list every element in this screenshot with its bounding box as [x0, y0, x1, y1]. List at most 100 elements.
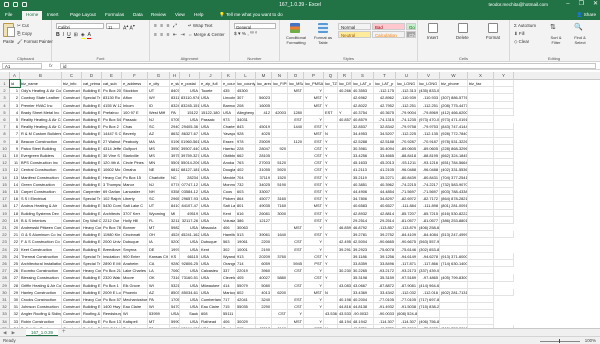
table-cell[interactable] [468, 144, 494, 152]
table-cell[interactable]: 30029 [236, 317, 256, 325]
table-cell[interactable]: 22019 [236, 267, 256, 275]
table-cell[interactable]: USA [180, 87, 200, 95]
table-cell[interactable]: Premier HVAC Inc [20, 101, 62, 109]
table-cell[interactable]: 39061 [256, 231, 272, 239]
table-cell[interactable]: Roofing & Po Box 19 [82, 310, 102, 318]
table-cell[interactable]: (928) 772-7840 [440, 130, 468, 138]
row-header[interactable]: 23 [0, 238, 10, 246]
table-cell[interactable] [324, 116, 338, 124]
table-cell[interactable] [272, 130, 288, 138]
table-cell[interactable] [468, 180, 494, 188]
table-cell[interactable]: -84.4084 [418, 231, 440, 239]
table-cell[interactable] [272, 87, 288, 95]
table-cell[interactable] [468, 245, 494, 253]
table-cell[interactable] [494, 123, 514, 131]
table-cell[interactable]: 07747 [170, 180, 180, 188]
table-cell[interactable]: 8 [10, 137, 20, 145]
header-cell[interactable]: loc_LAT_c [352, 80, 374, 88]
table-cell[interactable] [272, 101, 288, 109]
font-size-select[interactable]: 11 [106, 23, 120, 30]
table-cell[interactable]: 85034 [170, 288, 180, 296]
table-cell[interactable]: Heavy Cor [82, 224, 102, 232]
table-cell[interactable]: 45241 [170, 231, 180, 239]
table-cell[interactable] [272, 123, 288, 131]
table-cell[interactable]: 45019 [256, 123, 272, 131]
table-cell[interactable]: 73160-51 [180, 274, 200, 282]
find-select-button[interactable]: Find & Select [569, 35, 591, 45]
table-cell[interactable]: 2200 [256, 238, 272, 246]
table-cell[interactable]: USA [200, 252, 222, 260]
table-cell[interactable]: 86327 [170, 130, 180, 138]
table-cell[interactable] [338, 274, 352, 282]
table-cell[interactable]: 920 [272, 144, 288, 152]
table-cell[interactable]: Orange [222, 260, 236, 268]
table-cell[interactable]: -90.0033 [374, 310, 396, 318]
table-cell[interactable]: 717 [222, 296, 236, 304]
table-cell[interactable]: Cowboy State Leather [20, 94, 62, 102]
table-cell[interactable]: Carpenter [82, 188, 102, 196]
table-cell[interactable]: 973 [222, 116, 236, 124]
table-cell[interactable]: 5920 [272, 166, 288, 174]
table-cell[interactable]: Heavy Cor [82, 267, 102, 275]
table-cell[interactable]: 30063 [236, 224, 256, 232]
find-icon[interactable]: 🔍 [574, 23, 583, 31]
tab-help[interactable]: Help [194, 12, 203, 17]
table-cell[interactable]: Salt Lake [222, 202, 236, 210]
table-cell[interactable]: -88.8195 [418, 152, 440, 160]
table-cell[interactable]: Maricopa [222, 288, 236, 296]
header-cell[interactable]: e_postal [180, 80, 200, 88]
table-cell[interactable]: USA [200, 180, 222, 188]
row-header[interactable]: 31 [0, 296, 10, 304]
table-cell[interactable]: Building E [82, 152, 102, 160]
table-cell[interactable] [338, 159, 352, 167]
table-cell[interactable]: 9 [10, 144, 20, 152]
table-cell[interactable]: -70.9287 [396, 137, 418, 145]
table-cell[interactable]: 40.3962 [374, 180, 396, 188]
table-cell[interactable]: NJ [148, 180, 170, 188]
font-color-icon[interactable]: A [87, 32, 91, 39]
table-cell[interactable]: Brady Sheet Metal Inc [20, 108, 62, 116]
table-cell[interactable]: Y [338, 108, 352, 116]
table-cell[interactable]: (843) 747-4144 [440, 123, 468, 131]
table-cell[interactable]: Phoenix [122, 288, 148, 296]
table-cell[interactable] [256, 310, 272, 318]
table-cell[interactable]: 92806 [170, 260, 180, 268]
table-cell[interactable]: CA [148, 260, 170, 268]
table-cell[interactable]: (801) 281-0091 [440, 202, 468, 210]
table-cell[interactable]: Reedsburg [102, 310, 122, 318]
table-cell[interactable]: CST [288, 303, 304, 311]
table-cell[interactable]: 48.1942 [338, 317, 352, 325]
table-cell[interactable]: EST [304, 173, 324, 181]
table-cell[interactable]: Construct [62, 224, 82, 232]
table-cell[interactable] [288, 202, 304, 210]
table-cell[interactable]: Smyrna [122, 245, 148, 253]
column-header[interactable]: N [272, 72, 288, 80]
table-cell[interactable]: -112.313 [396, 87, 418, 95]
table-cell[interactable]: N [324, 130, 338, 138]
table-cell[interactable]: Thermal Construction [20, 252, 62, 260]
zoom-slider[interactable] [540, 341, 580, 342]
table-cell[interactable]: MST [304, 94, 324, 102]
table-cell[interactable]: MN [148, 159, 170, 167]
tab-page-layout[interactable]: Page Layout [70, 12, 96, 17]
table-cell[interactable]: -93.2173 [396, 267, 418, 275]
table-cell[interactable]: Kalispell [122, 317, 148, 325]
table-cell[interactable]: 39.1186 [352, 252, 374, 260]
table-cell[interactable]: Johnson Construction [20, 303, 62, 311]
table-cell[interactable] [468, 209, 494, 217]
table-cell[interactable] [468, 166, 494, 174]
table-cell[interactable]: -79.9753 [418, 123, 440, 131]
table-cell[interactable]: -81.0577 [418, 216, 440, 224]
table-cell[interactable]: EST [304, 195, 324, 203]
column-header[interactable]: K [222, 72, 236, 80]
table-cell[interactable] [494, 274, 514, 282]
table-cell[interactable] [468, 137, 494, 145]
table-cell[interactable]: 40.3675 [374, 108, 396, 116]
table-cell[interactable]: 70602 [170, 267, 180, 275]
table-cell[interactable] [272, 303, 288, 311]
table-cell[interactable] [338, 252, 352, 260]
table-cell[interactable] [494, 209, 514, 217]
table-cell[interactable]: ID [148, 101, 170, 109]
table-cell[interactable]: 120 4th A [102, 159, 122, 167]
row-header[interactable]: 16 [0, 188, 10, 196]
